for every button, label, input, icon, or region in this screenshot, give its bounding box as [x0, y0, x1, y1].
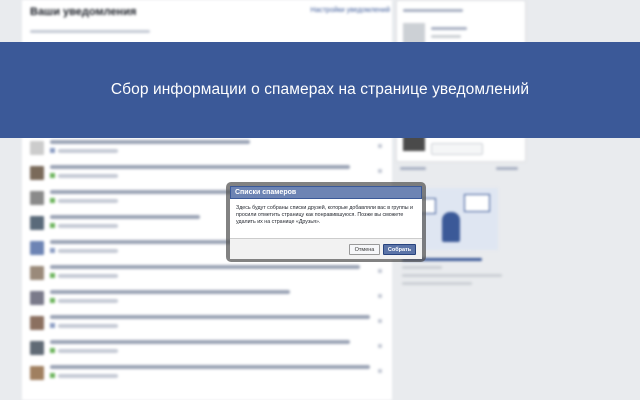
dialog-body-text: Здесь будут собраны списки друзей, котор…: [236, 205, 413, 225]
avatar: [30, 291, 44, 305]
list-item[interactable]: [30, 138, 390, 160]
list-item[interactable]: [30, 363, 390, 385]
avatar: [30, 241, 44, 255]
list-item[interactable]: [30, 263, 390, 285]
list-item[interactable]: [30, 288, 390, 310]
notifications-header: Ваши уведомления Настройки уведомлений: [30, 6, 390, 24]
avatar: [30, 366, 44, 380]
notification-settings-link[interactable]: Настройки уведомлений: [310, 7, 390, 14]
page-title: Ваши уведомления: [30, 6, 137, 18]
avatar: [30, 166, 44, 180]
cancel-button[interactable]: Отмена: [349, 244, 380, 255]
list-item[interactable]: [30, 313, 390, 335]
dialog-title: Списки спамеров: [230, 186, 422, 199]
feature-banner: Сбор информации о спамерах на странице у…: [0, 42, 640, 138]
avatar: [30, 141, 44, 155]
notification-list: [30, 138, 390, 388]
avatar: [30, 266, 44, 280]
dialog-footer: Отмена Собрать: [230, 238, 422, 259]
avatar: [30, 341, 44, 355]
avatar: [30, 216, 44, 230]
spammers-dialog: Списки спамеров Здесь будут собраны спис…: [226, 182, 426, 262]
avatar: [30, 316, 44, 330]
page-subtitle-blurred: [30, 30, 150, 33]
dialog-content: Списки спамеров Здесь будут собраны спис…: [230, 186, 422, 259]
add-friend-button[interactable]: [431, 143, 483, 155]
avatar: [30, 191, 44, 205]
collect-button[interactable]: Собрать: [383, 244, 416, 255]
list-item[interactable]: [30, 338, 390, 360]
banner-title: Сбор информации о спамерах на странице у…: [110, 81, 530, 98]
